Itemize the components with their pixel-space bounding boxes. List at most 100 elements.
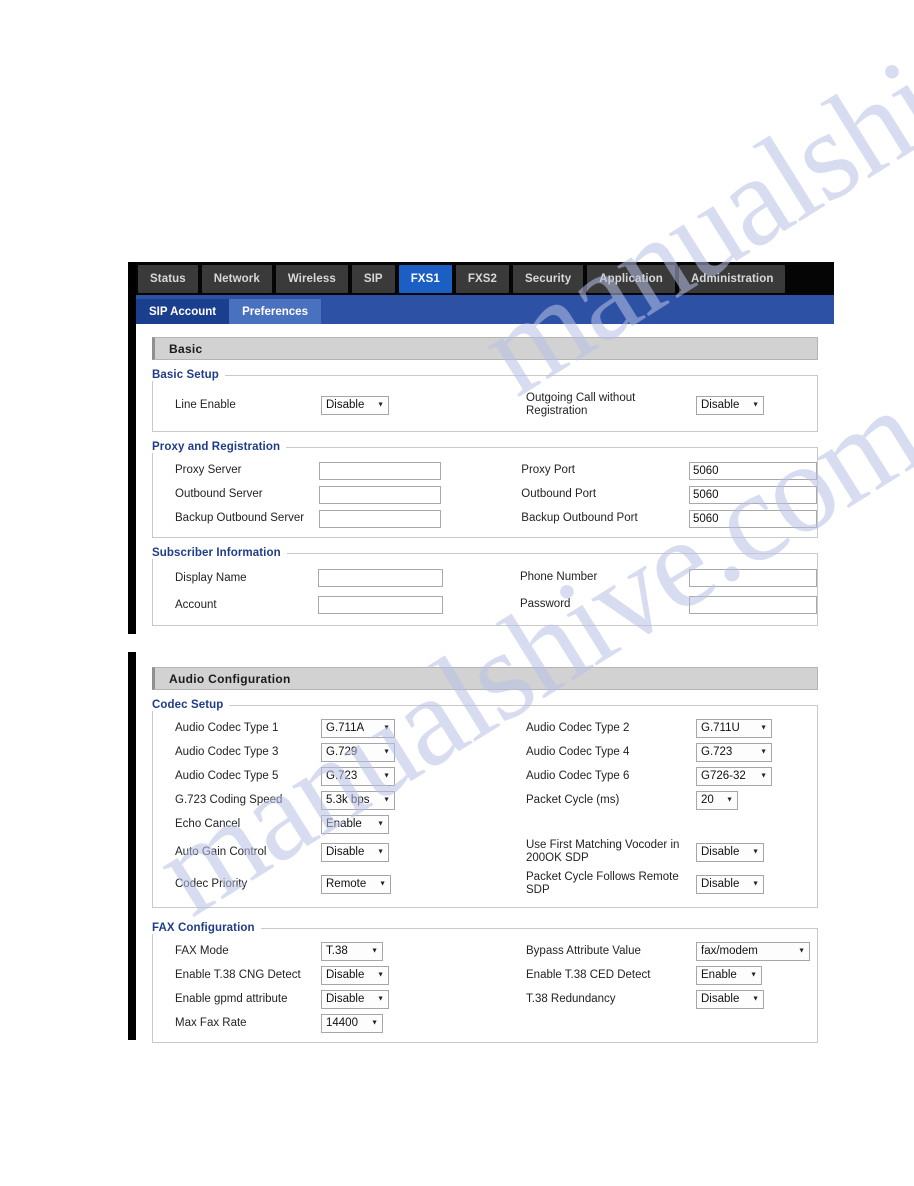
dropdown-wrapper: T.38 <box>321 941 383 961</box>
field-label-line-enable: Line Enable <box>175 399 236 411</box>
field-control-right <box>687 595 817 614</box>
input-outbound-port[interactable] <box>689 485 817 504</box>
subnav-tab-preferences[interactable]: Preferences <box>229 299 321 324</box>
nav-tab-fxs2[interactable]: FXS2 <box>455 265 510 293</box>
dropdown-audio-codec-type-3[interactable]: G.729 <box>321 742 395 762</box>
legend-basic-setup: Basic Setup <box>152 369 219 381</box>
dropdown-t38-redundancy[interactable]: Disable <box>696 989 764 1009</box>
dropdown-auto-gain-control[interactable]: Disable <box>321 842 389 862</box>
table-row: G.723 Coding Speed 5.3k bps Packet Cycle… <box>153 788 817 812</box>
field-label-audio-codec-type-5: Audio Codec Type 5 <box>175 770 279 782</box>
dropdown-wrapper: G.723 <box>696 742 772 762</box>
table-row: Audio Codec Type 3 G.729 Audio Codec Typ… <box>153 740 817 764</box>
dropdown-outgoing-call-without-registration[interactable]: Disable <box>696 395 764 415</box>
field-control-right <box>689 485 817 504</box>
screenshot-panel-basic: Status Network Wireless SIP FXS1 FXS2 Security… <box>128 262 834 638</box>
field-label-backup-outbound-server: Backup Outbound Server <box>175 512 305 524</box>
field-control-right <box>687 568 817 587</box>
field-control-right <box>689 461 817 480</box>
input-display-name[interactable] <box>318 569 444 587</box>
subnav-tab-sip-account[interactable]: SIP Account <box>136 299 230 324</box>
input-password[interactable] <box>689 596 817 614</box>
table-row: Proxy Server Proxy Port <box>153 458 817 482</box>
field-control-right: G.711U <box>696 718 817 738</box>
dropdown-audio-codec-type-2[interactable]: G.711U <box>696 718 772 738</box>
dropdown-wrapper: Disable <box>696 842 764 862</box>
legend-subscriber-information: Subscriber Information <box>152 547 281 559</box>
group-subscriber-information: Subscriber Information Display Name Phon… <box>152 547 818 626</box>
field-label-max-fax-rate: Max Fax Rate <box>175 1017 247 1029</box>
table-row: Audio Codec Type 1 G.711A Audio Codec Ty… <box>153 716 817 740</box>
dropdown-audio-codec-type-6[interactable]: G726-32 <box>696 766 772 786</box>
field-label-proxy-server: Proxy Server <box>175 464 242 476</box>
field-label-display-name: Display Name <box>175 571 247 584</box>
field-control-right: fax/modem <box>696 941 817 961</box>
field-label-auto-gain-control: Auto Gain Control <box>175 846 267 858</box>
field-control-left: G.711A <box>321 718 526 738</box>
dropdown-max-fax-rate[interactable]: 14400 <box>321 1013 383 1033</box>
dropdown-enable-t38-cng-detect[interactable]: Disable <box>321 965 389 985</box>
nav-tab-application[interactable]: Application <box>587 265 675 293</box>
nav-tab-security[interactable]: Security <box>513 265 584 293</box>
field-control-left: G.723 <box>321 766 526 786</box>
dropdown-wrapper: G.711U <box>696 718 772 738</box>
dropdown-packet-cycle[interactable]: 20 <box>696 790 738 810</box>
field-label-outbound-port: Outbound Port <box>521 487 597 500</box>
table-row: Backup Outbound Server Backup Outbound P… <box>153 506 817 530</box>
field-label-bypass-attribute-value: Bypass Attribute Value <box>526 944 641 957</box>
field-control-right: Disable <box>696 395 817 415</box>
input-proxy-server[interactable] <box>319 461 442 480</box>
field-control-left: Enable <box>321 814 526 834</box>
field-control-right: Enable <box>696 965 817 985</box>
input-outbound-server[interactable] <box>319 485 442 504</box>
field-control-right: Disable <box>696 989 817 1009</box>
input-backup-outbound-server[interactable] <box>319 509 442 528</box>
input-proxy-port[interactable] <box>689 461 817 480</box>
field-label-password: Password <box>519 598 571 610</box>
field-control-left <box>319 461 521 480</box>
nav-tab-wireless[interactable]: Wireless <box>275 265 348 293</box>
dropdown-audio-codec-type-1[interactable]: G.711A <box>321 718 395 738</box>
panel-left-edge-bar-bottom <box>128 652 136 1040</box>
dropdown-g723-coding-speed[interactable]: 5.3k bps <box>321 790 395 810</box>
dropdown-wrapper: Disable <box>321 989 389 1009</box>
field-label-audio-codec-type-2: Audio Codec Type 2 <box>526 721 630 734</box>
table-row: FAX Mode T.38 Bypass Attribute Value fax… <box>153 939 817 963</box>
dropdown-line-enable[interactable]: Disable <box>321 395 389 415</box>
dropdown-audio-codec-type-4[interactable]: G.723 <box>696 742 772 762</box>
dropdown-enable-gpmd-attribute[interactable]: Disable <box>321 989 389 1009</box>
dropdown-wrapper: G726-32 <box>696 766 772 786</box>
field-control-left <box>319 485 521 504</box>
input-backup-outbound-port[interactable] <box>689 509 817 528</box>
audio-content-area: Audio Configuration Codec Setup Audio Co… <box>128 652 834 1055</box>
table-row: Audio Codec Type 5 G.723 Audio Codec Typ… <box>153 764 817 788</box>
dropdown-wrapper: Disable <box>696 395 764 415</box>
dropdown-codec-priority[interactable]: Remote <box>321 874 391 894</box>
dropdown-packet-cycle-follows-remote-sdp[interactable]: Disable <box>696 874 764 894</box>
dropdown-fax-mode[interactable]: T.38 <box>321 941 383 961</box>
dropdown-wrapper: 20 <box>696 790 738 810</box>
group-codec-setup: Codec Setup Audio Codec Type 1 G.711A Au… <box>152 699 818 908</box>
table-row: Display Name Phone Number <box>153 564 817 591</box>
field-label-proxy-port: Proxy Port <box>521 463 575 476</box>
dropdown-bypass-attribute-value[interactable]: fax/modem <box>696 941 810 961</box>
dropdown-wrapper: Disable <box>696 989 764 1009</box>
nav-tab-status[interactable]: Status <box>138 265 198 293</box>
nav-tab-fxs1[interactable]: FXS1 <box>398 265 452 293</box>
nav-tab-network[interactable]: Network <box>201 265 272 293</box>
field-label-packet-cycle-follows-remote-sdp: Packet Cycle Follows Remote SDP <box>526 871 679 896</box>
nav-tab-sip[interactable]: SIP <box>351 265 395 293</box>
field-control-left <box>318 568 519 587</box>
field-label-audio-codec-type-1: Audio Codec Type 1 <box>175 722 279 734</box>
screenshot-panel-audio: Audio Configuration Codec Setup Audio Co… <box>128 652 834 1055</box>
input-account[interactable] <box>318 596 444 614</box>
dropdown-audio-codec-type-5[interactable]: G.723 <box>321 766 395 786</box>
dropdown-wrapper: Remote <box>321 874 391 894</box>
nav-tab-administration[interactable]: Administration <box>678 265 786 293</box>
field-control-left: Disable <box>321 842 526 862</box>
dropdown-echo-cancel[interactable]: Enable <box>321 814 389 834</box>
dropdown-use-first-matching-vocoder[interactable]: Disable <box>696 842 764 862</box>
input-phone-number[interactable] <box>689 569 817 587</box>
field-control-left: Disable <box>321 965 526 985</box>
dropdown-enable-t38-ced-detect[interactable]: Enable <box>696 965 762 985</box>
